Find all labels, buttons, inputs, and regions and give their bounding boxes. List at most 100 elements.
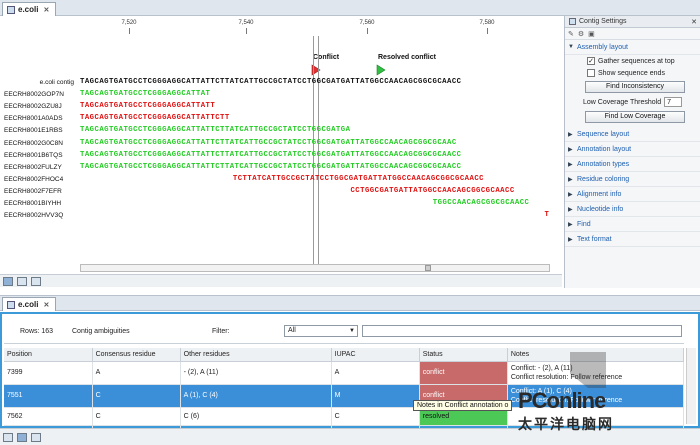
read-row[interactable]: EECRH8001BIYHH TGGCCAACAGCGGCGCAACC (0, 198, 562, 209)
read-sequence: CCTGGCGATGATTATGGCCAACAGCGGCGCAACC (350, 186, 515, 195)
show-sequence-ends-checkbox[interactable]: Show sequence ends (565, 67, 700, 79)
contig-view-icon[interactable] (3, 432, 13, 442)
section-sequence-layout[interactable]: ▶ Sequence layout (565, 127, 700, 142)
table-view-icon[interactable] (17, 276, 27, 286)
column-header[interactable]: IUPAC (331, 348, 420, 362)
chevron-right-icon: ▶ (568, 191, 573, 198)
section-residue-coloring[interactable]: ▶ Residue coloring (565, 172, 700, 187)
cell-consensus[interactable]: C (92, 384, 181, 408)
cell-position[interactable]: 7562 (4, 407, 93, 426)
cell-other[interactable]: - (2), A (11) (180, 361, 332, 385)
ruler-tick-label: 7,580 (479, 20, 495, 26)
read-row[interactable]: EECRH8002G0C8N TAGCAGTGATGCCTCGGGAGGCATTA… (0, 138, 562, 149)
editor-tab-bar: e.coli ✕ (0, 0, 700, 16)
read-row[interactable]: EECRH8001E1RBS TAGCAGTGATGCCTCGGGAGGCATTA… (0, 125, 562, 136)
read-row[interactable]: EECRH8002GZU8J TAGCAGTGATGCCTCGGGAGGCATTA… (0, 101, 562, 112)
section-label: Assembly layout (577, 43, 628, 51)
history-view-icon[interactable] (31, 432, 41, 442)
section-alignment-info[interactable]: ▶ Alignment info (565, 187, 700, 202)
threshold-label: Low Coverage Threshold (583, 98, 662, 106)
table-view-icon[interactable] (17, 432, 27, 442)
cell-other[interactable]: C (6) (180, 407, 332, 426)
read-name: EECRH8002FULZY (4, 163, 62, 171)
read-sequence: TGGCCAACAGCGGCGCAACC (432, 199, 530, 207)
close-icon[interactable]: ✕ (43, 301, 49, 309)
conflict-annotation-label[interactable]: Conflict (313, 54, 339, 61)
read-name: EECRH8002GZU8J (4, 103, 62, 111)
save-icon[interactable]: ▣ (588, 30, 595, 38)
read-row[interactable]: EECRH8002FULZY TAGCAGTGATGCCTCGGGAGGCATTA… (0, 162, 562, 173)
contig-settings-panel: Contig Settings ✕ ✎ ⚙ ▣ ▼ Assembly layou… (564, 16, 700, 288)
column-header[interactable]: Other residues (180, 348, 332, 362)
ruler-tick (129, 28, 130, 34)
contig-view[interactable]: 7,520 7,540 7,560 7,580 Conflict Resolve… (0, 16, 562, 274)
cell-consensus[interactable]: A (92, 361, 181, 385)
filter-select[interactable]: All ▼ (284, 325, 358, 337)
contig-icon (7, 5, 15, 14)
cell-other[interactable]: A (1), C (4) (180, 384, 332, 408)
filter-select-value: All (288, 327, 296, 334)
cell-position[interactable]: 7399 (4, 361, 93, 385)
chevron-right-icon: ▶ (568, 131, 573, 138)
read-sequence: TAGCAGTGATGCCTCGGGAGGCATTATTCTTATCATTGCC… (80, 162, 462, 171)
chevron-down-icon: ▼ (349, 328, 355, 334)
read-row[interactable]: EECRH8001B6TQS TAGCAGTGATGCCTCGGGAGGCATTA… (0, 150, 562, 161)
cell-status[interactable]: conflict (419, 361, 508, 385)
watermark-subtitle: 太平洋电脑网 (518, 417, 614, 433)
checkbox-box[interactable]: ✓ (587, 57, 595, 65)
column-header[interactable]: Consensus residue (92, 348, 181, 362)
read-name: EECRH8002FHOC4 (4, 175, 64, 183)
scrollbar-thumb[interactable] (425, 265, 431, 271)
checkbox-label: Show sequence ends (598, 69, 665, 77)
resolved-annotation-label[interactable]: Resolved conflict (378, 54, 436, 61)
cell-iupac[interactable]: M (331, 384, 420, 408)
notes-tooltip: Notes in Conflict annotation o (413, 400, 513, 411)
section-annotation-layout[interactable]: ▶ Annotation layout (565, 142, 700, 157)
consensus-row[interactable]: e.coli contig TAGCAGTGATGCCTCGGGAGGCATTAT… (0, 77, 562, 88)
watermark-brand: PConline (518, 388, 606, 413)
read-sequence: TCTTATCATTGCCGCTATCCTGGCGATGATTATGGCCAAC… (232, 174, 484, 183)
cell-consensus[interactable]: C (92, 407, 181, 426)
section-label: Text format (577, 235, 612, 243)
read-row[interactable]: EECRH8002GOP7N TAGCAGTGATGCCTCGGGAGGCATTA… (0, 89, 562, 100)
read-row[interactable]: EECRH8001A0ADS TAGCAGTGATGCCTCGGGAGGCATTA… (0, 113, 562, 124)
section-label: Nucleotide info (577, 205, 624, 213)
ruler-tick-label: 7,560 (359, 20, 375, 26)
tab-ecoli-contig[interactable]: e.coli ✕ (2, 2, 56, 16)
read-row[interactable]: EECRH8002FHOC4 TCTTATCATTGCCGCTATCCTGGCGA… (0, 174, 562, 185)
section-annotation-types[interactable]: ▶ Annotation types (565, 157, 700, 172)
contig-view-icon[interactable] (3, 276, 13, 286)
checkbox-box[interactable] (587, 69, 595, 77)
close-icon[interactable]: ✕ (691, 18, 697, 26)
section-assembly-layout[interactable]: ▼ Assembly layout (565, 40, 700, 55)
column-header[interactable]: Status (419, 348, 508, 362)
section-nucleotide-info[interactable]: ▶ Nucleotide info (565, 202, 700, 217)
position-ruler: 7,520 7,540 7,560 7,580 (0, 16, 562, 46)
tab-ecoli-table[interactable]: e.coli ✕ (2, 297, 56, 311)
section-label: Alignment info (577, 190, 622, 198)
resolved-flag-icon[interactable] (376, 64, 386, 76)
find-low-coverage-button[interactable]: Find Low Coverage (585, 111, 685, 123)
column-header[interactable]: Position (4, 348, 93, 362)
gather-sequences-checkbox[interactable]: ✓ Gather sequences at top (565, 55, 700, 67)
close-icon[interactable]: ✕ (43, 6, 49, 14)
section-text-format[interactable]: ▶ Text format (565, 232, 700, 247)
pin-icon[interactable]: ✎ (568, 30, 574, 38)
history-view-icon[interactable] (31, 276, 41, 286)
wrench-icon[interactable]: ⚙ (578, 30, 584, 38)
table-tab-bar: e.coli ✕ (0, 295, 700, 311)
cell-position[interactable]: 7551 (4, 384, 93, 408)
chevron-right-icon: ▶ (568, 206, 573, 213)
find-inconsistency-button[interactable]: Find Inconsistency (585, 81, 685, 93)
section-find[interactable]: ▶ Find (565, 217, 700, 232)
read-name: EECRH8002HVV3Q (4, 212, 64, 220)
read-row[interactable]: EECRH8002HVV3Q T (0, 210, 562, 221)
cell-iupac[interactable]: C (331, 407, 420, 426)
threshold-input[interactable]: 7 (664, 97, 683, 107)
horizontal-scrollbar[interactable] (80, 264, 550, 272)
read-row[interactable]: EECRH8002F7EFR CCTGGCGATGATTATGGCCAACAGCG… (0, 186, 562, 197)
table-title: Contig ambiguities (72, 328, 130, 335)
filter-search-input[interactable] (362, 325, 682, 337)
cell-iupac[interactable]: A (331, 361, 420, 385)
read-sequence: TAGCAGTGATGCCTCGGGAGGCATTATT (80, 102, 216, 111)
